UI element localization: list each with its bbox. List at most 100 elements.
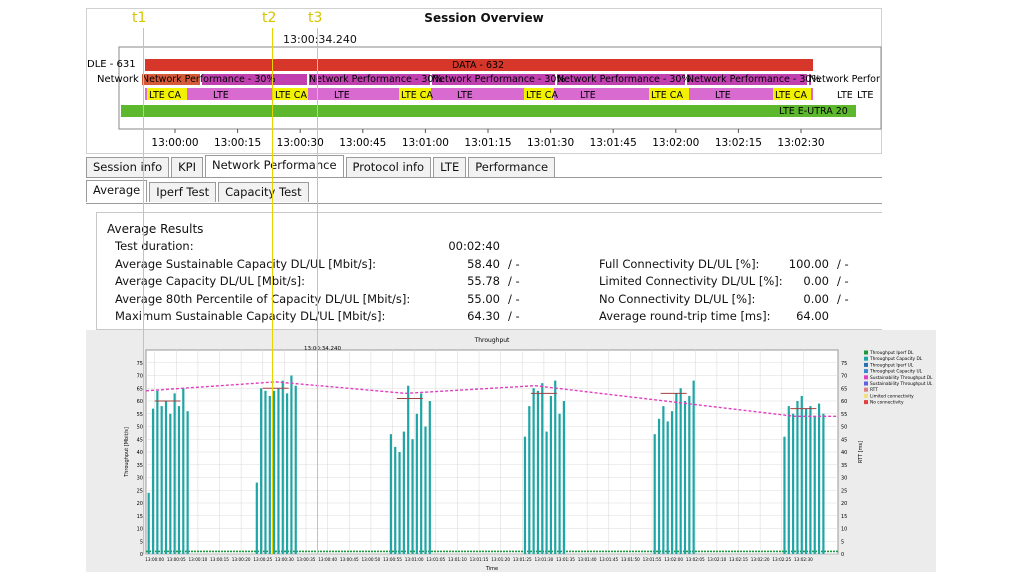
chart-cursor-time: 13:00:34.240 bbox=[304, 346, 341, 352]
x-axis-label: Time bbox=[485, 566, 498, 572]
legend-entry[interactable]: No connectivity bbox=[870, 400, 904, 406]
result-separator: / - bbox=[837, 274, 849, 288]
capacity-bar bbox=[285, 393, 289, 554]
capacity-bar bbox=[692, 380, 695, 554]
capacity-bar bbox=[796, 401, 799, 554]
x-tick-label: 13:01:30 bbox=[534, 557, 553, 562]
capacity-bar bbox=[264, 390, 267, 554]
x-tick-label: 13:02:10 bbox=[707, 557, 726, 562]
y-tick-label-right: 60 bbox=[841, 399, 847, 405]
lte-segment-label: LTE bbox=[457, 90, 473, 101]
capacity-bar bbox=[402, 431, 405, 554]
result-row: Full Connectivity DL/UL [%]: 100.00 / - bbox=[97, 257, 883, 273]
session-overview-panel: DLE - 631 DATA - 632 Network Network Perfor… bbox=[86, 8, 882, 154]
timeline-tick-label: 13:02:30 bbox=[777, 137, 824, 149]
ca-segment-label: LTE CA bbox=[526, 90, 558, 101]
legend-entry[interactable]: Throughput Capacity UL bbox=[869, 369, 923, 375]
x-tick-label: 13:02:05 bbox=[686, 557, 705, 562]
legend-swatch bbox=[864, 369, 868, 374]
capacity-bar bbox=[822, 413, 825, 554]
legend-entry[interactable]: Throughput Iperf UL bbox=[869, 362, 914, 368]
capacity-bar bbox=[528, 406, 531, 554]
cursor-time-readout: 13:00:34.240 bbox=[283, 33, 357, 46]
x-tick-label: 13:01:50 bbox=[621, 557, 640, 562]
capacity-bar bbox=[177, 406, 181, 554]
legend-swatch bbox=[864, 393, 868, 398]
capacity-bar bbox=[813, 416, 816, 554]
result-value: 0.00 bbox=[803, 274, 829, 288]
row1-left-label: DLE - 631 bbox=[87, 59, 136, 70]
legend-entry[interactable]: Limited connectivity bbox=[870, 393, 914, 399]
x-tick-label: 13:01:35 bbox=[556, 557, 575, 562]
result-value: 00:02:40 bbox=[448, 239, 500, 253]
y-tick-label-right: 20 bbox=[841, 501, 847, 507]
y-tick-label-right: 65 bbox=[841, 386, 847, 392]
y-tick-label-right: 5 bbox=[841, 539, 844, 545]
x-tick-label: 13:01:25 bbox=[513, 557, 532, 562]
lte-bar[interactable] bbox=[145, 88, 813, 100]
sub-tab-divider bbox=[86, 203, 882, 204]
marker-t3-line bbox=[317, 28, 318, 554]
throughput-chart-panel: Throughput 13:00:34.240 0 0 5 5 10 10 15 15 20 20 25… bbox=[86, 330, 936, 572]
capacity-bar bbox=[273, 390, 276, 554]
capacity-bar bbox=[688, 395, 691, 554]
x-tick-label: 13:01:45 bbox=[599, 557, 618, 562]
capacity-bar bbox=[783, 436, 786, 554]
average-results-group: Average Results Test duration: 00:02:40 Av… bbox=[96, 212, 882, 330]
subtab-capacity-test[interactable]: Capacity Test bbox=[218, 182, 309, 202]
legend-entry[interactable]: Throughput Iperf DL bbox=[869, 350, 914, 356]
x-tick-label: 13:00:55 bbox=[383, 557, 402, 562]
capacity-bar bbox=[156, 390, 159, 554]
y-axis-label-right: RTT [ms] bbox=[858, 441, 864, 463]
timeline-tick-label: 13:00:45 bbox=[339, 137, 386, 149]
capacity-bar bbox=[541, 383, 544, 554]
subtab-iperf-test[interactable]: Iperf Test bbox=[149, 182, 217, 202]
tab-kpi[interactable]: KPI bbox=[171, 157, 203, 177]
x-tick-label: 13:00:50 bbox=[361, 557, 380, 562]
capacity-bar bbox=[800, 395, 803, 554]
tab-protocol-info[interactable]: Protocol info bbox=[345, 157, 432, 177]
x-tick-label: 13:02:15 bbox=[729, 557, 748, 562]
average-results-title: Average Results bbox=[107, 222, 204, 236]
tab-session-info[interactable]: Session info bbox=[86, 157, 170, 177]
capacity-bar bbox=[558, 413, 561, 554]
eutra-bar[interactable] bbox=[121, 105, 856, 117]
capacity-bar bbox=[151, 408, 155, 554]
capacity-bar bbox=[675, 393, 678, 554]
capacity-bar bbox=[255, 482, 258, 554]
capacity-bar bbox=[169, 413, 172, 554]
legend-entry[interactable]: Throughput Capacity DL bbox=[869, 356, 923, 362]
tab-lte[interactable]: LTE bbox=[433, 157, 467, 177]
result-label: No Connectivity DL/UL [%]: bbox=[599, 291, 756, 306]
x-tick-label: 13:00:25 bbox=[253, 557, 272, 562]
capacity-bar bbox=[398, 452, 401, 554]
tab-network-performance[interactable]: Network Performance bbox=[204, 155, 344, 177]
marker-t3-label: t3 bbox=[308, 10, 323, 26]
x-tick-label: 13:00:10 bbox=[188, 557, 207, 562]
y-tick-label-right: 40 bbox=[841, 450, 847, 456]
session-overview-timeline[interactable]: DLE - 631 DATA - 632Network Network Perfor… bbox=[87, 9, 883, 155]
timeline-tick-label: 13:01:00 bbox=[402, 137, 449, 149]
legend-swatch bbox=[864, 356, 868, 361]
legend-entry[interactable]: Sustainability Throughput DL bbox=[870, 375, 933, 381]
throughput-chart[interactable]: Throughput13:00:34.2400 05 510 1015 1520 2025… bbox=[86, 330, 936, 572]
result-row: Test duration: 00:02:40 bbox=[97, 239, 883, 255]
x-tick-label: 13:01:10 bbox=[448, 557, 467, 562]
legend-entry[interactable]: RTT bbox=[870, 387, 878, 393]
result-label: Limited Connectivity DL/UL [%]: bbox=[599, 274, 783, 288]
capacity-bar bbox=[281, 380, 284, 554]
timeline-tick-label: 13:01:45 bbox=[590, 137, 637, 149]
ca-segment-label: LTE CA bbox=[149, 90, 181, 101]
legend-swatch bbox=[864, 381, 868, 386]
x-tick-label: 13:00:30 bbox=[275, 557, 294, 562]
x-tick-label: 13:01:55 bbox=[643, 557, 662, 562]
tab-performance[interactable]: Performance bbox=[468, 157, 556, 177]
capacity-bar bbox=[809, 406, 812, 554]
legend-entry[interactable]: Sustainability Throughput UL bbox=[870, 381, 933, 387]
capacity-bar bbox=[160, 406, 163, 554]
marker-t2-line bbox=[272, 28, 273, 554]
capacity-bar bbox=[173, 393, 176, 554]
subtab-average[interactable]: Average bbox=[86, 180, 148, 202]
capacity-bar bbox=[147, 492, 150, 554]
row3-tail-label: LTE bbox=[857, 90, 874, 101]
